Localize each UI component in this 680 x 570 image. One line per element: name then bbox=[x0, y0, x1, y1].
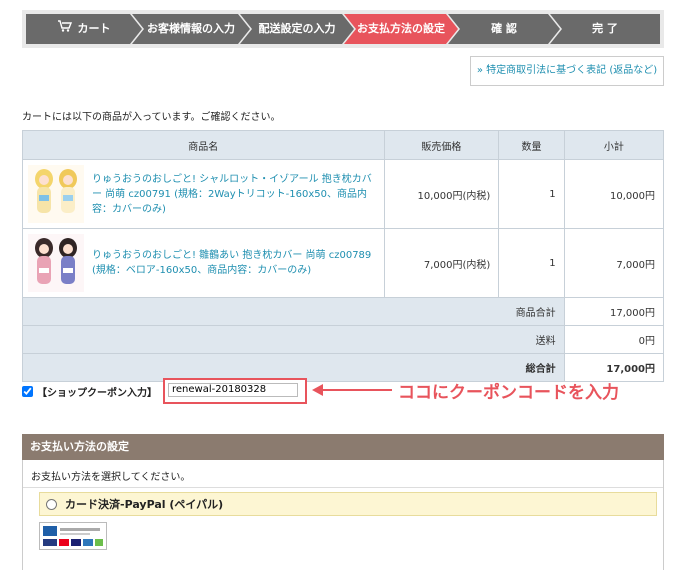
arrow-left-icon bbox=[312, 384, 392, 396]
checkout-steps: カート お客様情報の入力 配送設定の入力 お支払方法の設定 確 認 完 了 bbox=[22, 10, 664, 48]
col-product-name: 商品名 bbox=[22, 130, 385, 160]
cart-intro-text: カートには以下の商品が入っています。ご確認ください。 bbox=[22, 112, 281, 123]
payment-option-label: カード決済-PayPal (ペイパル) bbox=[65, 498, 224, 511]
payment-option-paypal[interactable]: カード決済-PayPal (ペイパル) bbox=[39, 492, 657, 516]
product-subtotal: 7,000円 bbox=[563, 228, 665, 298]
step-complete: 完 了 bbox=[550, 14, 660, 44]
summary-row-shipping: 送料 0円 bbox=[22, 325, 665, 354]
col-price: 販売価格 bbox=[383, 130, 500, 160]
product-thumbnail[interactable] bbox=[28, 234, 84, 292]
product-price: 10,000円(内税) bbox=[383, 159, 500, 229]
step-payment: お支払方法の設定 bbox=[344, 14, 458, 44]
product-name-link[interactable]: りゅうおうのおしごと! 雛鶴あい 抱き枕カバー 尚萌 cz00789 (規格：ベ… bbox=[92, 248, 383, 278]
col-subtotal: 小計 bbox=[563, 130, 665, 160]
step-shipping: 配送設定の入力 bbox=[240, 14, 354, 44]
coupon-annotation: ココにクーポンコードを入力 bbox=[398, 383, 619, 403]
paypal-cards-logo bbox=[39, 522, 107, 550]
product-subtotal: 10,000円 bbox=[563, 159, 665, 229]
step-cart: カート bbox=[26, 14, 142, 44]
product-qty: 1 bbox=[498, 159, 565, 229]
summary-row-items-total: 商品合計 17,000円 bbox=[22, 297, 665, 326]
coupon-section: 【ショップクーポン入力】 bbox=[22, 378, 307, 404]
coupon-checkbox[interactable] bbox=[22, 385, 33, 397]
table-row: りゅうおうのおしごと! 雛鶴あい 抱き枕カバー 尚萌 cz00789 (規格：ベ… bbox=[22, 228, 665, 298]
product-qty: 1 bbox=[498, 228, 565, 298]
payment-section: お支払い方法を選択してください。 カード決済-PayPal (ペイパル) bbox=[22, 460, 664, 570]
coupon-label: 【ショップクーポン入力】 bbox=[37, 387, 157, 399]
table-row: りゅうおうのおしごと! シャルロット・イゾアール 抱き枕カバー 尚萌 cz007… bbox=[22, 159, 665, 229]
paypal-radio[interactable] bbox=[46, 498, 57, 510]
cart-icon bbox=[58, 14, 72, 44]
divider bbox=[23, 487, 663, 488]
payment-section-heading: お支払い方法の設定 bbox=[22, 434, 664, 460]
step-confirm: 確 認 bbox=[448, 14, 560, 44]
payment-instruction: お支払い方法を選択してください。 bbox=[31, 472, 191, 483]
commerce-law-link[interactable]: » 特定商取引法に基づく表記 (返品など) bbox=[470, 56, 664, 86]
cart-table: 商品名 販売価格 数量 小計 りゅうおうのおしごと! シャルロット・イゾアール … bbox=[22, 130, 665, 382]
table-header-row: 商品名 販売価格 数量 小計 bbox=[22, 130, 665, 160]
coupon-highlight-box bbox=[163, 378, 307, 404]
coupon-code-input[interactable] bbox=[168, 383, 298, 397]
step-customer-info: お客様情報の入力 bbox=[132, 14, 250, 44]
product-price: 7,000円(内税) bbox=[383, 228, 500, 298]
product-name-link[interactable]: りゅうおうのおしごと! シャルロット・イゾアール 抱き枕カバー 尚萌 cz007… bbox=[92, 172, 383, 217]
product-thumbnail[interactable] bbox=[28, 165, 84, 223]
col-qty: 数量 bbox=[498, 130, 565, 160]
